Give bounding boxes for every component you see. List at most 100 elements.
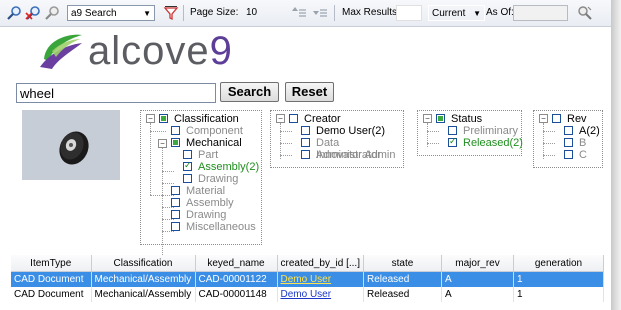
drawing-checkbox[interactable] (171, 210, 180, 219)
search-clear-icon[interactable] (25, 5, 41, 21)
facet-item-part: Part (198, 149, 219, 161)
classification-facet: − Classification Component − Mechanical … (140, 110, 262, 259)
cell-created-by: Demo User (277, 287, 364, 302)
collapse-icon[interactable]: − (146, 114, 155, 123)
creator-title: Creator (304, 113, 341, 125)
facet-item-innovator-admin: Innovator Admin (316, 149, 396, 161)
previous-page-icon[interactable] (291, 5, 307, 21)
column-header-keyed-name[interactable]: keyed_name (195, 255, 278, 272)
search-options-icon[interactable] (577, 5, 593, 21)
column-header-major-rev[interactable]: major_rev (441, 255, 514, 272)
cell-classification: Mechanical/Assembly (91, 287, 196, 302)
table-row[interactable]: CAD Document Mechanical/Assembly CAD-000… (11, 287, 604, 302)
classification-title: Classification (174, 113, 239, 125)
chevron-down-icon: ▼ (473, 9, 481, 18)
mechanical-checkbox[interactable] (171, 138, 180, 147)
drawing-checkbox[interactable] (183, 174, 192, 183)
logo-number: 9 (209, 29, 233, 73)
cell-generation: 1 (513, 271, 604, 287)
version-select[interactable]: Current ▼ (428, 5, 485, 21)
search-mode-value: a9 Search (71, 8, 117, 19)
facet-item-demo-user: Demo User(2) (316, 125, 386, 137)
facet-item-material: Material (186, 185, 226, 197)
collapse-icon[interactable]: − (276, 114, 285, 123)
facet-item-rev-b: B (579, 137, 587, 149)
assembly-checkbox[interactable] (171, 198, 180, 207)
max-results-input[interactable] (396, 5, 422, 21)
column-header-itemtype[interactable]: ItemType (11, 255, 92, 272)
cell-classification: Mechanical/Assembly (91, 271, 196, 287)
facet-item-assembly-mech: Assembly(2) (198, 161, 260, 173)
cell-created-by: Demo User (277, 271, 364, 287)
table-row[interactable]: CAD Document Mechanical/Assembly CAD-000… (11, 271, 604, 287)
window-edge-shadow (611, 0, 621, 310)
column-header-classification[interactable]: Classification (91, 255, 196, 272)
facet-item-drawing-mech: Drawing (198, 173, 239, 185)
released-checkbox[interactable] (448, 136, 457, 147)
cell-major-rev: A (441, 271, 514, 287)
creator-facet: − Creator Demo User(2) Data Administrato… (270, 110, 404, 168)
rev-b-checkbox[interactable] (564, 138, 573, 147)
cell-itemtype: CAD Document (11, 271, 92, 287)
facet-item-drawing: Drawing (186, 209, 227, 221)
result-thumbnail[interactable] (22, 110, 120, 180)
status-facet: − Status Preliminary Released(2) (417, 110, 523, 156)
search-disabled-icon[interactable] (44, 5, 60, 21)
rev-facet: − Rev A(2) B C (533, 110, 603, 168)
innovator-admin-checkbox[interactable] (301, 150, 310, 159)
logo-word: alcove (88, 29, 210, 73)
rev-checkbox[interactable] (552, 114, 561, 123)
filter-icon[interactable] (163, 5, 179, 21)
component-checkbox[interactable] (171, 126, 180, 135)
column-header-created-by[interactable]: created_by_id [...] (277, 255, 364, 272)
search-button[interactable]: Search (220, 82, 279, 102)
page-size-label: Page Size: (190, 7, 239, 18)
rev-title: Rev (567, 113, 587, 125)
page-size-value[interactable]: 10 (246, 6, 257, 20)
created-by-link[interactable]: Demo User (281, 289, 332, 300)
creator-checkbox[interactable] (289, 114, 298, 123)
wheel-image (59, 131, 89, 165)
column-header-generation[interactable]: generation (513, 255, 604, 272)
assembly-checkbox[interactable] (183, 160, 192, 171)
toolbar-separator (183, 5, 184, 21)
collapse-icon[interactable]: − (423, 114, 432, 123)
status-checkbox[interactable] (436, 114, 445, 123)
search-icon[interactable] (6, 5, 22, 21)
max-results-label: Max Results: (342, 7, 400, 18)
facet-item-released: Released(2) (463, 137, 523, 149)
classification-checkbox[interactable] (159, 114, 168, 123)
column-header-state[interactable]: state (363, 255, 442, 272)
status-title: Status (451, 113, 483, 125)
search-mode-select[interactable]: a9 Search ▼ (67, 5, 155, 21)
preliminary-checkbox[interactable] (448, 126, 457, 135)
as-of-label: As Of: (486, 7, 514, 18)
as-of-date-input[interactable] (513, 5, 568, 21)
demo-user-checkbox[interactable] (301, 126, 310, 135)
part-checkbox[interactable] (183, 150, 192, 159)
facet-item-rev-c: C (579, 149, 587, 161)
data-administrator-checkbox[interactable] (301, 138, 310, 147)
search-input[interactable] (16, 83, 216, 103)
facet-item-preliminary: Preliminary (463, 125, 519, 137)
version-value: Current (432, 8, 466, 19)
rev-c-checkbox[interactable] (564, 150, 573, 159)
cell-state: Released (363, 271, 442, 287)
next-page-icon[interactable] (312, 5, 328, 21)
cell-major-rev: A (441, 287, 514, 302)
alcove9-logo-icon (40, 34, 82, 69)
rev-a-checkbox[interactable] (564, 126, 573, 135)
reset-button[interactable]: Reset (285, 82, 334, 102)
facet-item-miscellaneous: Miscellaneous (186, 221, 256, 233)
created-by-link[interactable]: Demo User (281, 274, 332, 285)
cell-keyed-name: CAD-00001148 (195, 287, 278, 302)
cell-state: Released (363, 287, 442, 302)
collapse-icon[interactable]: − (158, 139, 167, 148)
cell-generation: 1 (513, 287, 604, 302)
miscellaneous-checkbox[interactable] (171, 222, 180, 231)
material-checkbox[interactable] (171, 186, 180, 195)
collapse-icon[interactable]: − (539, 114, 548, 123)
facet-item-rev-a: A(2) (579, 125, 600, 137)
facet-item-assembly: Assembly (186, 197, 234, 209)
toolbar-separator (334, 5, 335, 21)
